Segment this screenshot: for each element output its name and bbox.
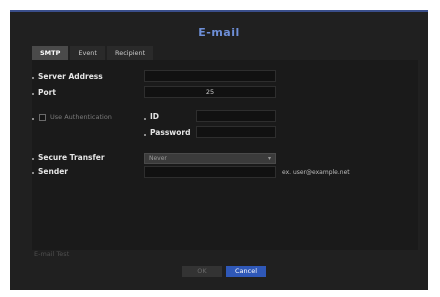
email-dialog: E-mail SMTP Event Recipient Server Addre… xyxy=(10,10,428,290)
chevron-down-icon: ▾ xyxy=(267,155,271,162)
password-label: Password xyxy=(150,128,191,137)
email-test-button[interactable]: E-mail Test xyxy=(34,250,69,258)
bullet-icon xyxy=(32,172,34,174)
bullet-icon xyxy=(32,158,34,160)
bullet-icon xyxy=(32,93,34,95)
password-input[interactable] xyxy=(196,126,276,138)
sender-label: Sender xyxy=(38,167,68,176)
ok-button[interactable]: OK xyxy=(182,266,222,277)
cancel-button[interactable]: Cancel xyxy=(226,266,266,277)
tab-smtp[interactable]: SMTP xyxy=(32,46,69,60)
id-label: ID xyxy=(150,112,160,121)
use-authentication-label: Use Authentication xyxy=(50,113,112,121)
id-input[interactable] xyxy=(196,110,276,122)
dialog-title: E-mail xyxy=(198,26,240,39)
tab-recipient[interactable]: Recipient xyxy=(106,46,154,60)
bullet-icon xyxy=(32,77,34,79)
port-input[interactable]: 25 xyxy=(144,86,276,98)
tab-event[interactable]: Event xyxy=(70,46,105,60)
server-address-input[interactable] xyxy=(144,70,276,82)
sender-input[interactable] xyxy=(144,166,276,178)
bullet-icon xyxy=(144,134,146,136)
secure-transfer-select[interactable]: Never ▾ xyxy=(144,153,276,164)
secure-transfer-label: Secure Transfer xyxy=(38,153,105,162)
bullet-icon xyxy=(32,118,34,120)
secure-transfer-value: Never xyxy=(149,155,167,162)
server-address-label: Server Address xyxy=(38,72,103,81)
sender-hint: ex. user@example.net xyxy=(282,169,350,176)
port-label: Port xyxy=(38,88,56,97)
use-authentication-checkbox[interactable] xyxy=(39,114,46,121)
tab-bar: SMTP Event Recipient xyxy=(32,46,154,60)
bullet-icon xyxy=(144,118,146,120)
